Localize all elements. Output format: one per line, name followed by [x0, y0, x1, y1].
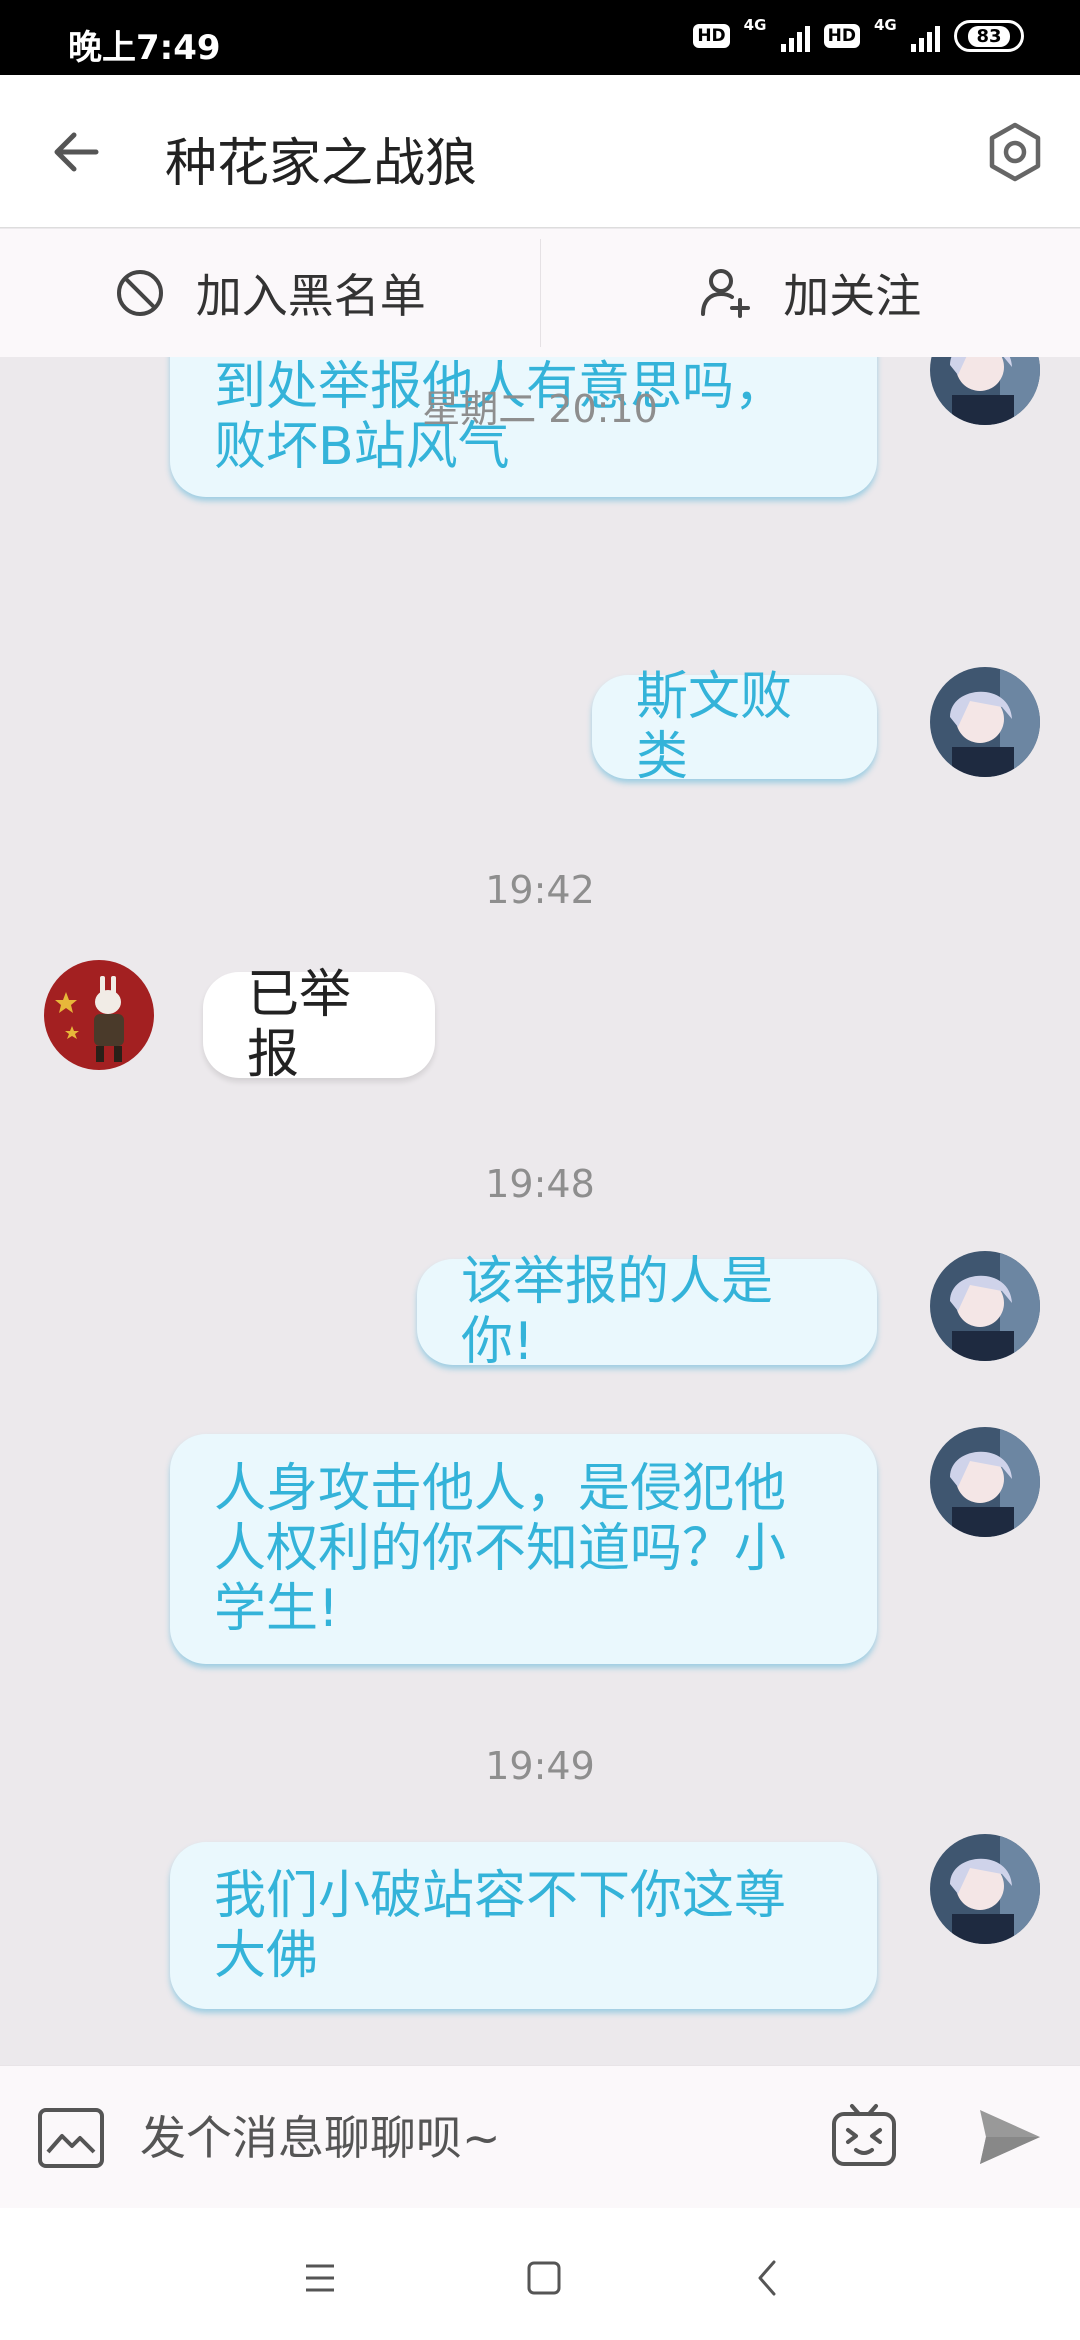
message-text: 人身攻击他人，是侵犯他人权利的你不知道吗？小学生!: [214, 1459, 787, 1639]
send-icon: [980, 2110, 1040, 2164]
message-bubble-mine[interactable]: 人身攻击他人，是侵犯他人权利的你不知道吗？小学生!: [170, 1434, 877, 1664]
page-title: 种花家之战狼: [165, 134, 478, 194]
my-avatar[interactable]: [930, 1834, 1040, 1944]
menu-button[interactable]: [290, 2248, 350, 2308]
chevron-left-icon: [758, 2260, 776, 2296]
message-bubble-mine[interactable]: 斯文败类: [592, 667, 877, 787]
timestamp: 19:48: [485, 1162, 595, 1206]
message-bubble-theirs[interactable]: 已举报: [203, 965, 435, 1085]
home-button[interactable]: [514, 2248, 574, 2308]
settings-button[interactable]: [980, 117, 1050, 187]
square-home-icon: [527, 2261, 561, 2295]
action-bar: 加入黑名单 加关注: [0, 229, 1080, 357]
menu-icon: [306, 2264, 334, 2292]
my-avatar[interactable]: [930, 667, 1040, 777]
message-text: 已举报: [247, 965, 352, 1085]
timestamp: 19:42: [485, 868, 595, 912]
title-bar: 种花家之战狼: [0, 75, 1080, 228]
follow-label: 加关注: [783, 269, 922, 323]
message-bubble-mine[interactable]: 该举报的人是你!: [417, 1252, 877, 1372]
hd-badge: HD: [823, 24, 860, 48]
block-label: 加入黑名单: [195, 269, 426, 323]
message-text: 该举报的人是你!: [461, 1252, 774, 1372]
my-avatar[interactable]: [930, 1427, 1040, 1537]
message-text: 斯文败类: [636, 667, 793, 787]
back-button[interactable]: [44, 119, 110, 185]
block-icon: [116, 270, 163, 316]
signal-icon: 4G: [874, 16, 940, 54]
send-button[interactable]: [976, 2106, 1044, 2168]
timestamp: 星期二 20:10: [422, 387, 658, 431]
anime-avatar-icon: [930, 1251, 1040, 1361]
anime-avatar-icon: [930, 667, 1040, 777]
message-text: 我们小破站容不下你这尊大佛: [214, 1865, 787, 1986]
anime-avatar-icon: [930, 1427, 1040, 1537]
status-bar: 晚上7:49 HD 4G HD 4G 83: [0, 0, 1080, 75]
back-nav-button[interactable]: [738, 2248, 798, 2308]
my-avatar[interactable]: [930, 1251, 1040, 1361]
image-icon: [38, 2108, 104, 2168]
follow-button[interactable]: 加关注: [541, 229, 1080, 357]
block-button[interactable]: 加入黑名单: [0, 229, 540, 357]
hd-badge: HD: [693, 24, 730, 48]
user-plus-icon: [701, 269, 751, 318]
timestamp: 19:49: [485, 1744, 595, 1788]
emoji-button[interactable]: [828, 2100, 900, 2172]
signal-icon: 4G: [744, 16, 810, 54]
battery-level: 83: [968, 25, 1010, 47]
emoji-tv-icon: [832, 2104, 896, 2166]
status-time: 晚上7:49: [68, 28, 221, 68]
input-bar: [0, 2065, 1080, 2208]
message-bubble-mine[interactable]: 我们小破站容不下你这尊大佛: [170, 1842, 877, 2009]
rabbit-avatar-icon: [44, 960, 154, 1070]
image-button[interactable]: [36, 2106, 106, 2170]
system-nav-bar: [0, 2208, 1080, 2340]
contact-avatar[interactable]: [44, 960, 154, 1070]
message-input[interactable]: [140, 2098, 780, 2178]
arrow-left-icon: [54, 132, 99, 172]
anime-avatar-icon: [930, 1834, 1040, 1944]
hexagon-settings-icon: [989, 122, 1041, 182]
battery-icon: 83: [954, 20, 1024, 52]
chat-area[interactable]: 到处举报他人有意思吗，败坏B站风气 星期二 20:10 斯文败类 19:42 已…: [0, 357, 1080, 2065]
status-indicators: HD 4G HD 4G 83: [693, 16, 1024, 54]
